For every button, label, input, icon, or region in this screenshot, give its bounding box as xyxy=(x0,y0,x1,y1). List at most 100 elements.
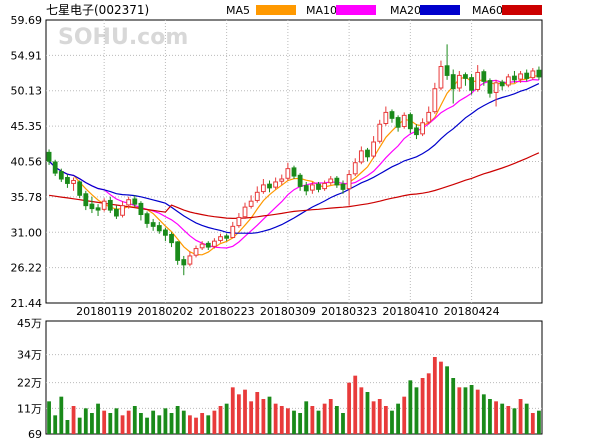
volume-bar xyxy=(279,406,284,434)
volume-bar xyxy=(383,406,388,434)
candle-body xyxy=(89,203,95,210)
candle xyxy=(144,211,150,228)
candle-body xyxy=(291,167,297,177)
candle-body xyxy=(346,174,352,190)
volume-bar xyxy=(420,378,425,434)
candle xyxy=(89,196,95,214)
candle-body xyxy=(126,199,132,206)
candle-body xyxy=(536,69,542,78)
price-tick-label: 54.91 xyxy=(11,49,43,62)
candle xyxy=(377,119,383,144)
candle xyxy=(328,176,334,185)
volume-bar xyxy=(224,403,229,434)
candle-body xyxy=(52,161,58,174)
price-tick-label: 21.44 xyxy=(11,297,43,310)
volume-bar xyxy=(169,413,174,434)
candle-body xyxy=(401,114,407,127)
candle xyxy=(77,180,83,199)
candle-body xyxy=(46,151,52,162)
candle xyxy=(395,115,401,132)
candle-body xyxy=(156,225,162,232)
price-tick-label: 26.22 xyxy=(11,262,43,275)
date-tick-label: 20180309 xyxy=(260,305,316,318)
candle xyxy=(352,158,358,177)
candle xyxy=(52,159,58,177)
price-panel xyxy=(45,19,543,304)
candle xyxy=(285,162,291,181)
candle-body xyxy=(518,73,523,80)
candle-body xyxy=(163,229,168,236)
ma-line-ma5 xyxy=(48,75,539,256)
candle xyxy=(389,109,395,123)
candle xyxy=(187,251,193,267)
volume-bar xyxy=(359,387,364,434)
volume-bar xyxy=(377,399,382,434)
volume-bar xyxy=(249,401,254,434)
volume-tick-label: 34万 xyxy=(17,349,42,362)
legend-swatch-ma20 xyxy=(420,5,460,15)
candle xyxy=(95,204,101,216)
volume-bar xyxy=(90,413,94,434)
candle-body xyxy=(432,88,438,113)
volume-bar xyxy=(353,375,358,434)
candle-body xyxy=(254,191,260,201)
date-tick-label: 20180119 xyxy=(76,305,132,318)
volume-bar xyxy=(47,401,51,434)
volume-bar xyxy=(451,378,456,434)
volume-tick-label: 45万 xyxy=(17,317,42,330)
moving-average-lines xyxy=(48,75,540,256)
volume-bar xyxy=(108,413,113,434)
volume-bar xyxy=(488,399,492,434)
candle-body xyxy=(297,174,303,187)
candlesticks xyxy=(46,44,542,276)
volume-tick-label: 22万 xyxy=(17,377,42,390)
candle xyxy=(493,79,499,107)
candle-body xyxy=(303,185,309,192)
candle-body xyxy=(475,71,481,90)
candle-body xyxy=(144,213,150,224)
candle xyxy=(463,72,468,86)
candle xyxy=(371,136,377,159)
candle-body xyxy=(316,183,321,190)
volume-axis: 45万 34万 22万 11万 69 xyxy=(17,317,42,440)
candle xyxy=(297,173,303,191)
volume-bar xyxy=(157,415,162,434)
volume-bar xyxy=(273,403,278,434)
candle xyxy=(101,198,107,212)
candle-body xyxy=(530,70,536,79)
candle xyxy=(218,233,223,243)
candle xyxy=(181,255,187,276)
volume-bar xyxy=(475,389,480,434)
chart-title: 七星电子(002371) xyxy=(46,3,149,17)
candle-body xyxy=(285,168,291,179)
volume-bar xyxy=(132,406,137,434)
candle xyxy=(107,196,113,214)
date-tick-label: 20180202 xyxy=(137,305,193,318)
candle-body xyxy=(499,81,505,87)
candle xyxy=(150,218,156,231)
candle xyxy=(114,205,119,219)
candle-body xyxy=(365,149,370,158)
volume-bar xyxy=(236,394,241,434)
candle xyxy=(267,180,272,193)
ma-line-ma10 xyxy=(48,78,539,249)
legend-label-ma10: MA10 xyxy=(306,4,337,17)
candle-body xyxy=(187,255,193,265)
volume-bar xyxy=(145,417,149,434)
candle xyxy=(407,112,413,134)
candle-body xyxy=(395,117,401,128)
candle-body xyxy=(224,235,230,239)
volume-bar xyxy=(102,410,107,434)
volume-bar xyxy=(304,401,309,434)
volume-bar xyxy=(77,417,82,434)
volume-bar xyxy=(181,410,186,434)
candle-body xyxy=(175,241,181,261)
candle-body xyxy=(77,181,83,196)
volume-bar xyxy=(463,387,468,434)
legend: MA5 MA10 MA20 MA60 xyxy=(226,4,542,17)
candle-body xyxy=(426,111,432,123)
price-axis: 59.69 54.91 50.13 45.35 40.56 35.78 31.00 26.22… xyxy=(11,14,43,310)
candle-body xyxy=(205,242,211,248)
volume-bar xyxy=(59,396,64,434)
candle-body xyxy=(334,177,340,186)
